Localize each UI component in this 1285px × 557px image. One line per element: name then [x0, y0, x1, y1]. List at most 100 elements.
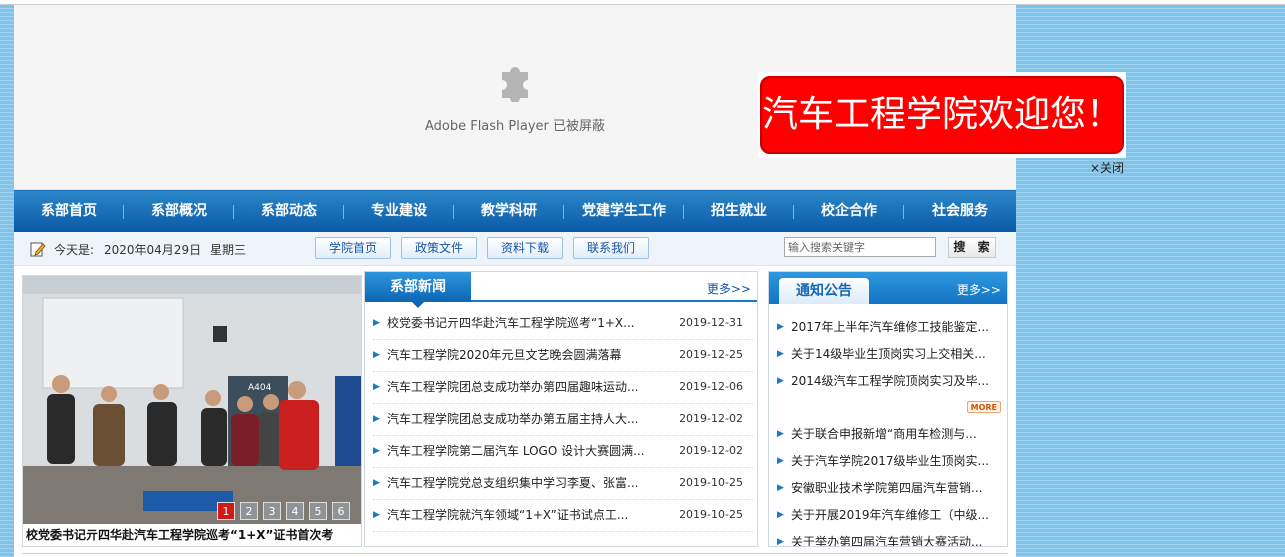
bullet-arrow-icon: ▶	[777, 456, 784, 466]
search-input[interactable]	[784, 237, 936, 257]
notice-item[interactable]: ▶ 关于联合申报新增“商用车检测与...	[777, 421, 1003, 448]
floating-welcome-banner[interactable]: 汽车工程学院欢迎您！	[758, 72, 1126, 158]
slider-page-3[interactable]: 3	[263, 502, 281, 520]
news-item-title[interactable]: 汽车工程学院团总支成功举办第五届主持人大...	[387, 404, 647, 434]
news-item-title[interactable]: 汽车工程学院第二届汽车 LOGO 设计大赛圆满...	[387, 436, 647, 466]
link-college-home[interactable]: 学院首页	[315, 237, 391, 259]
notice-item-title[interactable]: 2014级汽车工程学院顶岗实习及毕...	[791, 368, 997, 395]
welcome-banner-text[interactable]: 汽车工程学院欢迎您！	[760, 76, 1124, 154]
news-item-date: 2019-10-25	[679, 508, 743, 521]
notice-more-row: MORE	[777, 395, 1003, 421]
notice-item-title[interactable]: 关于联合申报新增“商用车检测与...	[791, 421, 997, 448]
notice-item-title[interactable]: 关于汽车学院2017级毕业生顶岗实...	[791, 448, 997, 475]
notice-item-title[interactable]: 关于14级毕业生顶岗实习上交相关...	[791, 341, 997, 368]
bullet-arrow-icon: ▶	[373, 350, 380, 360]
slider-photo-image: A404	[23, 276, 361, 524]
news-more-link[interactable]: 更多>>	[707, 280, 751, 297]
slider-caption[interactable]: 校党委书记亓四华赴汽车工程学院巡考“1+X”证书首次考	[23, 524, 361, 546]
news-item[interactable]: ▶ 汽车工程学院2020年元旦文艺晚会圆满落幕 2019-12-25	[373, 340, 753, 372]
bullet-arrow-icon: ▶	[777, 537, 784, 547]
nav-item-overview[interactable]: 系部概况	[124, 191, 234, 233]
notice-item[interactable]: ▶ 安徽职业技术学院第四届汽车营销...	[777, 475, 1003, 502]
news-item[interactable]: ▶ 汽车工程学院团总支成功举办第四届趣味运动... 2019-12-06	[373, 372, 753, 404]
notice-item-title[interactable]: 关于开展2019年汽车维修工（中级...	[791, 502, 997, 529]
nav-item-teaching[interactable]: 教学科研	[454, 191, 564, 233]
news-item-title[interactable]: 汽车工程学院党总支组织集中学习李夏、张富...	[387, 468, 647, 498]
link-downloads[interactable]: 资料下载	[487, 237, 563, 259]
notice-panel: 通知公告 更多>> ▶ 2017年上半年汽车维修工技能鉴定... ▶ 关于14级毕业…	[768, 271, 1008, 547]
notice-item-title[interactable]: 关于举办第四届汽车营销大赛活动...	[791, 529, 997, 546]
link-policy-docs[interactable]: 政策文件	[401, 237, 477, 259]
notice-panel-title[interactable]: 通知公告	[779, 278, 869, 304]
news-item-date: 2019-12-06	[679, 380, 743, 393]
news-item-date: 2019-12-31	[679, 316, 743, 329]
notice-panel-header: 通知公告 更多>>	[769, 272, 1007, 304]
bottom-divider	[22, 553, 1008, 557]
notice-item[interactable]: ▶ 关于开展2019年汽车维修工（中级...	[777, 502, 1003, 529]
notice-item-title[interactable]: 2017年上半年汽车维修工技能鉴定...	[791, 314, 997, 341]
bullet-arrow-icon: ▶	[777, 483, 784, 493]
slider-page-2[interactable]: 2	[240, 502, 258, 520]
nav-item-major[interactable]: 专业建设	[344, 191, 454, 233]
slider-photo[interactable]: A404	[23, 276, 361, 524]
more-badge-button[interactable]: MORE	[966, 401, 1001, 413]
link-contact-us[interactable]: 联系我们	[573, 237, 649, 259]
bullet-arrow-icon: ▶	[373, 318, 380, 328]
news-item-date: 2019-12-02	[679, 412, 743, 425]
slider-page-6[interactable]: 6	[332, 502, 350, 520]
bullet-arrow-icon: ▶	[373, 510, 380, 520]
news-item-title[interactable]: 汽车工程学院就汽车领域“1+X”证书试点工...	[387, 500, 647, 530]
news-item[interactable]: ▶ 汽车工程学院党总支组织集中学习李夏、张富... 2019-10-25	[373, 468, 753, 500]
notice-item[interactable]: ▶ 关于汽车学院2017级毕业生顶岗实...	[777, 448, 1003, 475]
nav-item-news[interactable]: 系部动态	[234, 191, 344, 233]
search-button[interactable]: 搜 索	[948, 237, 996, 258]
bullet-arrow-icon: ▶	[777, 376, 784, 386]
news-item[interactable]: ▶ 汽车工程学院第二届汽车 LOGO 设计大赛圆满... 2019-12-02	[373, 436, 753, 468]
slider-page-5[interactable]: 5	[309, 502, 327, 520]
current-date: 2020年04月29日	[104, 243, 202, 257]
photo-slider: A404 1 2 3 4 5 6 校党委书记亓四华赴汽车工程学院巡考“1+X”证…	[22, 275, 362, 547]
news-list: ▶ 校党委书记亓四华赴汽车工程学院巡考“1+X... 2019-12-31 ▶ 汽车工…	[373, 308, 753, 532]
news-panel-header: 系部新闻 更多>>	[365, 272, 757, 308]
news-panel: 系部新闻 更多>> ▶ 校党委书记亓四华赴汽车工程学院巡考“1+X... 2019-…	[364, 271, 758, 547]
news-item[interactable]: ▶ 汽车工程学院就汽车领域“1+X”证书试点工... 2019-10-25	[373, 500, 753, 532]
edit-pen-icon	[30, 242, 46, 257]
notice-item[interactable]: ▶ 2017年上半年汽车维修工技能鉴定...	[777, 314, 1003, 341]
notice-list: ▶ 2017年上半年汽车维修工技能鉴定... ▶ 关于14级毕业生顶岗实习上交相关.…	[777, 314, 1003, 547]
bullet-arrow-icon: ▶	[373, 414, 380, 424]
news-item-date: 2019-12-25	[679, 348, 743, 361]
news-item-date: 2019-12-02	[679, 444, 743, 457]
nav-item-party-students[interactable]: 党建学生工作	[564, 191, 684, 233]
bullet-arrow-icon: ▶	[777, 510, 784, 520]
news-item-title[interactable]: 汽车工程学院团总支成功举办第四届趣味运动...	[387, 372, 647, 402]
slider-page-1[interactable]: 1	[217, 502, 235, 520]
slider-pagination: 1 2 3 4 5 6	[217, 502, 350, 520]
news-item-title[interactable]: 校党委书记亓四华赴汽车工程学院巡考“1+X...	[387, 308, 647, 338]
news-item[interactable]: ▶ 校党委书记亓四华赴汽车工程学院巡考“1+X... 2019-12-31	[373, 308, 753, 340]
puzzle-piece-icon	[502, 67, 528, 102]
current-weekday: 星期三	[210, 243, 247, 257]
notice-item-title[interactable]: 安徽职业技术学院第四届汽车营销...	[791, 475, 997, 502]
news-item-title[interactable]: 汽车工程学院2020年元旦文艺晚会圆满落幕	[387, 340, 647, 370]
bullet-arrow-icon: ▶	[373, 382, 380, 392]
bullet-arrow-icon: ▶	[777, 349, 784, 359]
news-item-date: 2019-10-25	[679, 476, 743, 489]
slider-page-4[interactable]: 4	[286, 502, 304, 520]
nav-item-cooperation[interactable]: 校企合作	[794, 191, 904, 233]
main-nav: 系部首页 系部概况 系部动态 专业建设 教学科研 党建学生工作 招生就业 校企合…	[14, 190, 1016, 232]
notice-item[interactable]: ▶ 2014级汽车工程学院顶岗实习及毕...	[777, 368, 1003, 395]
notice-item[interactable]: ▶ 关于14级毕业生顶岗实习上交相关...	[777, 341, 1003, 368]
close-banner-button[interactable]: ×关闭	[1090, 159, 1124, 176]
bullet-arrow-icon: ▶	[373, 478, 380, 488]
today-label: 今天是:	[54, 243, 95, 257]
bullet-arrow-icon: ▶	[777, 322, 784, 332]
nav-item-home[interactable]: 系部首页	[14, 191, 124, 233]
news-panel-title[interactable]: 系部新闻	[365, 272, 471, 308]
nav-item-admission[interactable]: 招生就业	[684, 191, 794, 233]
news-item[interactable]: ▶ 汽车工程学院团总支成功举办第五届主持人大... 2019-12-02	[373, 404, 753, 436]
notice-more-link[interactable]: 更多>>	[957, 281, 1001, 298]
notice-item[interactable]: ▶ 关于举办第四届汽车营销大赛活动...	[777, 529, 1003, 547]
nav-item-service[interactable]: 社会服务	[904, 191, 1016, 233]
bullet-arrow-icon: ▶	[777, 429, 784, 439]
info-bar: 今天是: 2020年04月29日 星期三 学院首页 政策文件 资料下载 联系我们…	[14, 232, 1016, 266]
